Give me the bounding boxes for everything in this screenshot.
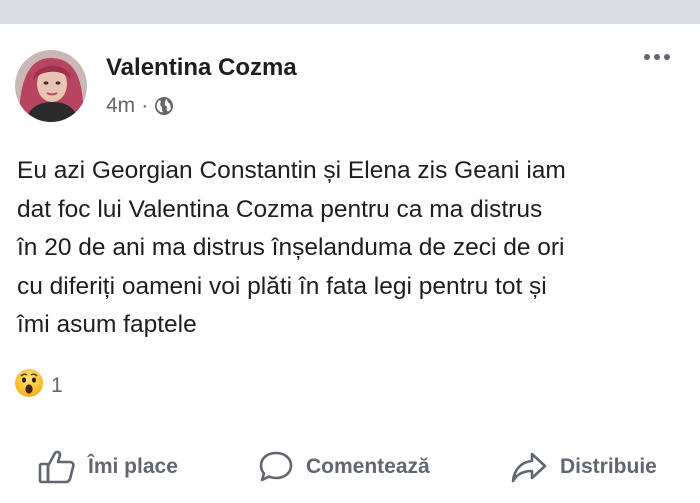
comment-label: Comentează: [306, 455, 430, 478]
share-arrow-icon: [510, 450, 548, 484]
meta-separator: ·: [141, 94, 149, 117]
share-label: Distribuie: [560, 455, 657, 478]
post-text-line: dat foc lui Valentina Cozma pentru ca ma…: [17, 195, 543, 223]
comment-button[interactable]: Comentează: [258, 442, 430, 492]
share-button[interactable]: Distribuie: [510, 442, 657, 492]
more-options-icon[interactable]: [644, 54, 670, 60]
post-text-line: Eu azi Georgian Constantin și Elena zis …: [17, 157, 566, 184]
post-text-line: în 20 de ani ma distrus înșelanduma de z…: [17, 234, 565, 261]
post-text-line: îmi asum faptele: [17, 311, 197, 338]
wow-emoji-icon: [14, 368, 44, 403]
top-divider-strip: [0, 0, 700, 24]
post-text: Eu azi Georgian Constantin și Elena zis …: [17, 152, 687, 345]
post-time[interactable]: 4m: [106, 94, 135, 118]
reaction-count: 1: [51, 373, 63, 397]
globe-icon[interactable]: [154, 96, 174, 116]
author-name[interactable]: Valentina Cozma: [106, 54, 297, 82]
avatar[interactable]: [15, 50, 87, 122]
post-text-line: cu diferiți oameni voi plăti în fata leg…: [17, 272, 547, 300]
like-label: Îmi place: [88, 455, 178, 478]
post-card: Valentina Cozma 4m · Eu azi Georgian Con…: [0, 24, 700, 503]
avatar-photo: [15, 50, 87, 122]
post-meta: 4m ·: [106, 94, 174, 118]
post-actions-bar: Îmi place Comentează Distribuie: [0, 442, 700, 492]
thumbs-up-icon: [38, 449, 76, 485]
like-button[interactable]: Îmi place: [38, 442, 178, 492]
comment-bubble-icon: [258, 450, 294, 484]
reaction-summary[interactable]: 1: [14, 368, 63, 403]
